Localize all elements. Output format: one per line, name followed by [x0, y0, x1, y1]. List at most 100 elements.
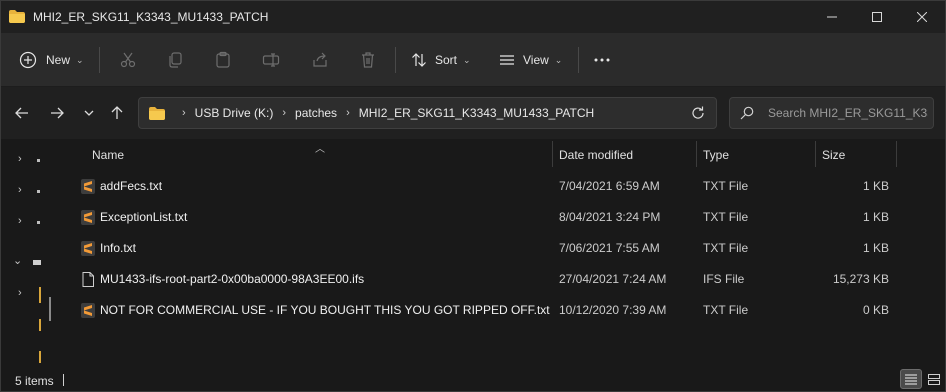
file-row[interactable]: addFecs.txt 7/04/2021 6:59 AM TXT File 1… [63, 171, 945, 201]
file-explorer-window: MHI2_ER_SKG11_K3343_MU1433_PATCH New ⌄ S… [0, 0, 946, 392]
forward-button[interactable] [45, 101, 69, 125]
toolbar-divider [395, 47, 396, 73]
nav-tree-item[interactable]: › [1, 284, 61, 304]
window-title: MHI2_ER_SKG11_K3343_MU1433_PATCH [33, 10, 269, 24]
command-bar: New ⌄ Sort ⌄ View ⌄ [1, 33, 945, 87]
file-name: NOT FOR COMMERCIAL USE - IF YOU BOUGHT T… [100, 303, 550, 317]
file-row[interactable]: NOT FOR COMMERCIAL USE - IF YOU BOUGHT T… [63, 295, 945, 325]
new-label: New [46, 53, 71, 67]
breadcrumb-patches[interactable]: patches [295, 106, 337, 120]
nav-scrollbar[interactable] [49, 297, 51, 321]
paste-icon [216, 51, 230, 68]
column-header-date[interactable]: Date modified [559, 142, 633, 168]
sort-icon [412, 53, 426, 67]
file-list: ︿ Name Date modified Type Size addFecs.t… [63, 139, 945, 369]
file-type: TXT File [703, 210, 749, 224]
file-size: 1 KB [862, 179, 889, 193]
copy-icon [169, 52, 182, 68]
column-header-type[interactable]: Type [703, 142, 729, 168]
chevron-down-icon: ⌄ [554, 54, 563, 65]
minimize-icon [827, 16, 837, 18]
drive-icon [33, 260, 41, 265]
file-size: 1 KB [862, 210, 889, 224]
navigation-pane: › › › ⌄ › [1, 139, 61, 369]
arrow-up-icon [111, 106, 123, 119]
file-date: 7/06/2021 7:55 AM [559, 241, 660, 255]
new-button[interactable]: New ⌄ [19, 45, 84, 75]
refresh-icon[interactable] [690, 105, 706, 121]
nav-tree-item[interactable]: › [1, 212, 61, 232]
file-row[interactable]: MU1433-ifs-root-part2-0x00ba0000-98A3EE0… [63, 264, 945, 294]
file-date: 8/04/2021 3:24 PM [559, 210, 661, 224]
file-row[interactable]: Info.txt 7/06/2021 7:55 AM TXT File 1 KB [63, 233, 945, 263]
nav-tree-item[interactable]: › [1, 150, 61, 170]
maximize-button[interactable] [854, 1, 900, 33]
nav-tree-item[interactable]: › [1, 181, 61, 201]
nav-item-icon [37, 221, 40, 224]
file-date: 7/04/2021 6:59 AM [559, 179, 660, 193]
folder-icon [149, 106, 165, 120]
nav-item-icon [37, 159, 40, 162]
recent-locations-button[interactable] [77, 101, 101, 125]
chevron-down-icon[interactable]: ⌄ [13, 254, 22, 267]
file-type: TXT File [703, 179, 749, 193]
search-input[interactable] [768, 98, 928, 128]
status-divider [63, 374, 64, 386]
breadcrumb-usb-drive[interactable]: USB Drive (K:) [195, 106, 274, 120]
minimize-button[interactable] [809, 1, 855, 33]
paste-button[interactable] [214, 45, 232, 75]
folder-stripe [39, 319, 41, 331]
sort-button[interactable]: Sort ⌄ [410, 45, 471, 75]
tiles-view-button[interactable] [923, 369, 945, 389]
chevron-right-icon[interactable]: › [18, 287, 22, 299]
breadcrumb: › USB Drive (K:) › patches › MHI2_ER_SKG… [149, 98, 594, 128]
view-button[interactable]: View ⌄ [498, 45, 562, 75]
plus-circle-icon [19, 51, 37, 69]
column-divider[interactable] [552, 141, 553, 167]
sublime-text-icon [81, 179, 95, 194]
chevron-right-icon[interactable]: › [18, 215, 22, 227]
file-date: 27/04/2021 7:24 AM [559, 272, 667, 286]
rename-button[interactable] [262, 45, 280, 75]
cut-button[interactable] [119, 45, 137, 75]
sublime-text-icon [81, 210, 95, 225]
column-divider[interactable] [896, 141, 897, 167]
view-label: View [523, 53, 549, 67]
view-icon [500, 55, 514, 65]
file-row[interactable]: ExceptionList.txt 8/04/2021 3:24 PM TXT … [63, 202, 945, 232]
chevron-right-icon[interactable]: › [18, 184, 22, 196]
details-view-button[interactable] [900, 369, 922, 389]
nav-tree-item-usb-drive[interactable]: ⌄ [1, 253, 61, 273]
toolbar-divider [99, 47, 100, 73]
chevron-down-icon: ⌄ [463, 54, 471, 65]
chevron-down-icon [84, 110, 94, 116]
column-divider[interactable] [815, 141, 816, 167]
file-size: 1 KB [862, 241, 889, 255]
copy-button[interactable] [167, 45, 185, 75]
sort-ascending-icon: ︿ [315, 144, 325, 155]
arrow-left-icon [15, 107, 28, 119]
maximize-icon [872, 12, 882, 22]
close-button[interactable] [899, 1, 945, 33]
delete-button[interactable] [359, 45, 377, 75]
column-divider[interactable] [696, 141, 697, 167]
share-icon [313, 52, 327, 67]
search-box[interactable] [729, 97, 934, 129]
chevron-right-icon[interactable]: › [18, 153, 22, 165]
breadcrumb-separator-icon: › [282, 107, 287, 119]
tiles-view-icon [928, 373, 940, 385]
more-options-button[interactable] [593, 45, 611, 75]
breadcrumb-current-folder[interactable]: MHI2_ER_SKG11_K3343_MU1433_PATCH [359, 106, 594, 120]
close-icon [917, 12, 927, 22]
breadcrumb-separator-icon: › [182, 107, 186, 119]
address-bar[interactable]: › USB Drive (K:) › patches › MHI2_ER_SKG… [138, 97, 717, 129]
file-name: MU1433-ifs-root-part2-0x00ba0000-98A3EE0… [100, 272, 365, 286]
sort-label: Sort [435, 53, 458, 67]
item-count: 5 items [15, 374, 54, 388]
file-name: ExceptionList.txt [100, 210, 188, 224]
column-header-size[interactable]: Size [822, 142, 845, 168]
share-button[interactable] [311, 45, 329, 75]
back-button[interactable] [10, 101, 34, 125]
up-button[interactable] [105, 101, 129, 125]
column-header-name[interactable]: Name [92, 142, 124, 168]
